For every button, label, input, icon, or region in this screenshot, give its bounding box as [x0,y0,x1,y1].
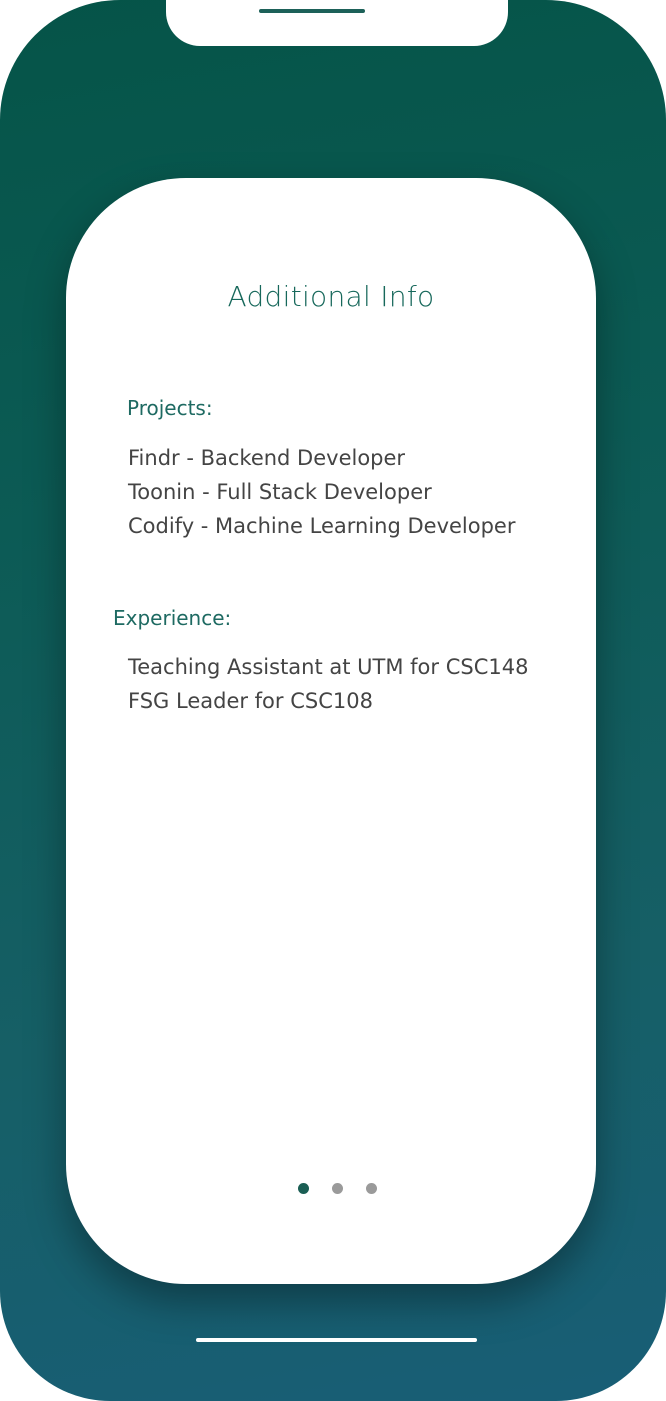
experience-item-fsg: FSG Leader for CSC108 [128,689,373,713]
experience-list: Teaching Assistant at UTM for CSC148 FSG… [128,650,528,718]
project-item-codify: Codify - Machine Learning Developer [128,514,516,538]
project-item-findr: Findr - Backend Developer [128,446,406,470]
speaker-grille [259,9,365,13]
info-card: Additional Info Projects: Findr - Backen… [66,178,596,1284]
page-dot-2[interactable] [332,1183,343,1194]
projects-list: Findr - Backend Developer Toonin - Full … [128,441,516,543]
experience-heading: Experience: [113,606,232,630]
phone-frame: Additional Info Projects: Findr - Backen… [0,0,666,1401]
project-item-toonin: Toonin - Full Stack Developer [128,480,432,504]
page-dot-3[interactable] [366,1183,377,1194]
page-dot-1[interactable] [298,1183,309,1194]
projects-heading: Projects: [127,396,213,420]
phone-notch [166,0,508,46]
experience-item-ta: Teaching Assistant at UTM for CSC148 [128,655,529,679]
page-title: Additional Info [227,280,435,313]
home-indicator[interactable] [196,1338,477,1342]
page-indicator[interactable] [298,1183,377,1194]
